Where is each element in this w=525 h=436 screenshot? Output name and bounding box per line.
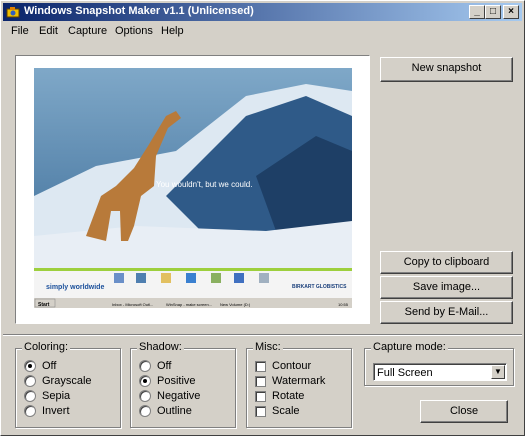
menu-bar: File Edit Capture Options Help bbox=[3, 22, 522, 40]
new-snapshot-button[interactable]: New snapshot bbox=[380, 57, 513, 82]
rotate-checkbox[interactable]: Rotate bbox=[255, 390, 304, 402]
capture-mode-value: Full Screen bbox=[377, 367, 433, 379]
shadow-outline-radio[interactable]: Outline bbox=[139, 405, 192, 418]
close-button[interactable]: Close bbox=[420, 400, 508, 423]
checkbox-icon bbox=[255, 360, 266, 372]
coloring-sepia-radio[interactable]: Sepia bbox=[24, 390, 70, 403]
app-window: Windows Snapshot Maker v1.1 (Unlicensed)… bbox=[0, 0, 525, 436]
misc-group: Misc: Contour Watermark Rotate Scale bbox=[246, 341, 352, 428]
snapshot-preview-image: You wouldn't, but we could. simply world… bbox=[16, 56, 369, 323]
capture-mode-select[interactable]: Full Screen ▼ bbox=[373, 363, 507, 381]
menu-edit[interactable]: Edit bbox=[39, 25, 58, 37]
camera-app-icon bbox=[6, 7, 20, 18]
title-bar[interactable]: Windows Snapshot Maker v1.1 (Unlicensed)… bbox=[3, 3, 522, 21]
coloring-group: Coloring: Off Grayscale Sepia Invert bbox=[15, 341, 121, 428]
radio-icon bbox=[24, 375, 36, 388]
shadow-group: Shadow: Off Positive Negative Outline bbox=[130, 341, 236, 428]
checkbox-icon bbox=[255, 375, 266, 387]
preview-company: BIRKART GLOBISTICS bbox=[292, 284, 347, 290]
coloring-legend: Coloring: bbox=[22, 341, 71, 353]
shadow-positive-radio[interactable]: Positive bbox=[139, 375, 196, 388]
radio-icon bbox=[24, 390, 36, 403]
copy-to-clipboard-button[interactable]: Copy to clipboard bbox=[380, 251, 513, 274]
preview-start: Start bbox=[38, 302, 50, 308]
radio-icon bbox=[24, 405, 36, 418]
close-window-button[interactable]: × bbox=[503, 5, 519, 19]
scale-checkbox[interactable]: Scale bbox=[255, 405, 300, 417]
preview-task-3: New Volume (D:) bbox=[220, 302, 251, 307]
separator bbox=[3, 334, 522, 336]
coloring-off-radio[interactable]: Off bbox=[24, 360, 56, 373]
radio-icon bbox=[139, 360, 151, 373]
save-image-button[interactable]: Save image... bbox=[380, 276, 513, 299]
preview-clock: 10:55 bbox=[338, 302, 349, 307]
send-email-button[interactable]: Send by E-Mail... bbox=[380, 301, 513, 324]
shadow-negative-radio[interactable]: Negative bbox=[139, 390, 200, 403]
preview-brand: simply worldwide bbox=[46, 284, 104, 291]
preview-task-2: WinSnap - make screen... bbox=[166, 302, 212, 307]
window-title: Windows Snapshot Maker v1.1 (Unlicensed) bbox=[24, 5, 254, 17]
contour-checkbox[interactable]: Contour bbox=[255, 360, 311, 372]
shadow-legend: Shadow: bbox=[137, 341, 184, 353]
menu-file[interactable]: File bbox=[11, 25, 29, 37]
minimize-button[interactable]: _ bbox=[469, 5, 485, 19]
checkbox-icon bbox=[255, 390, 266, 402]
radio-selected-icon bbox=[139, 375, 151, 388]
watermark-checkbox[interactable]: Watermark bbox=[255, 375, 325, 387]
menu-capture[interactable]: Capture bbox=[68, 25, 107, 37]
radio-icon bbox=[139, 390, 151, 403]
capture-mode-legend: Capture mode: bbox=[371, 341, 448, 353]
checkbox-icon bbox=[255, 405, 266, 417]
snapshot-preview-frame: You wouldn't, but we could. simply world… bbox=[15, 55, 370, 324]
radio-icon bbox=[139, 405, 151, 418]
shadow-off-radio[interactable]: Off bbox=[139, 360, 171, 373]
preview-task-1: Inbox - Microsoft Outl... bbox=[112, 302, 153, 307]
maximize-button[interactable]: □ bbox=[485, 5, 501, 19]
chevron-down-icon[interactable]: ▼ bbox=[491, 365, 505, 379]
preview-caption: You wouldn't, but we could. bbox=[156, 180, 252, 189]
radio-selected-icon bbox=[24, 360, 36, 373]
menu-options[interactable]: Options bbox=[115, 25, 153, 37]
coloring-invert-radio[interactable]: Invert bbox=[24, 405, 70, 418]
misc-legend: Misc: bbox=[253, 341, 283, 353]
coloring-grayscale-radio[interactable]: Grayscale bbox=[24, 375, 92, 388]
menu-help[interactable]: Help bbox=[161, 25, 184, 37]
capture-mode-group: Capture mode: Full Screen ▼ bbox=[364, 341, 514, 386]
